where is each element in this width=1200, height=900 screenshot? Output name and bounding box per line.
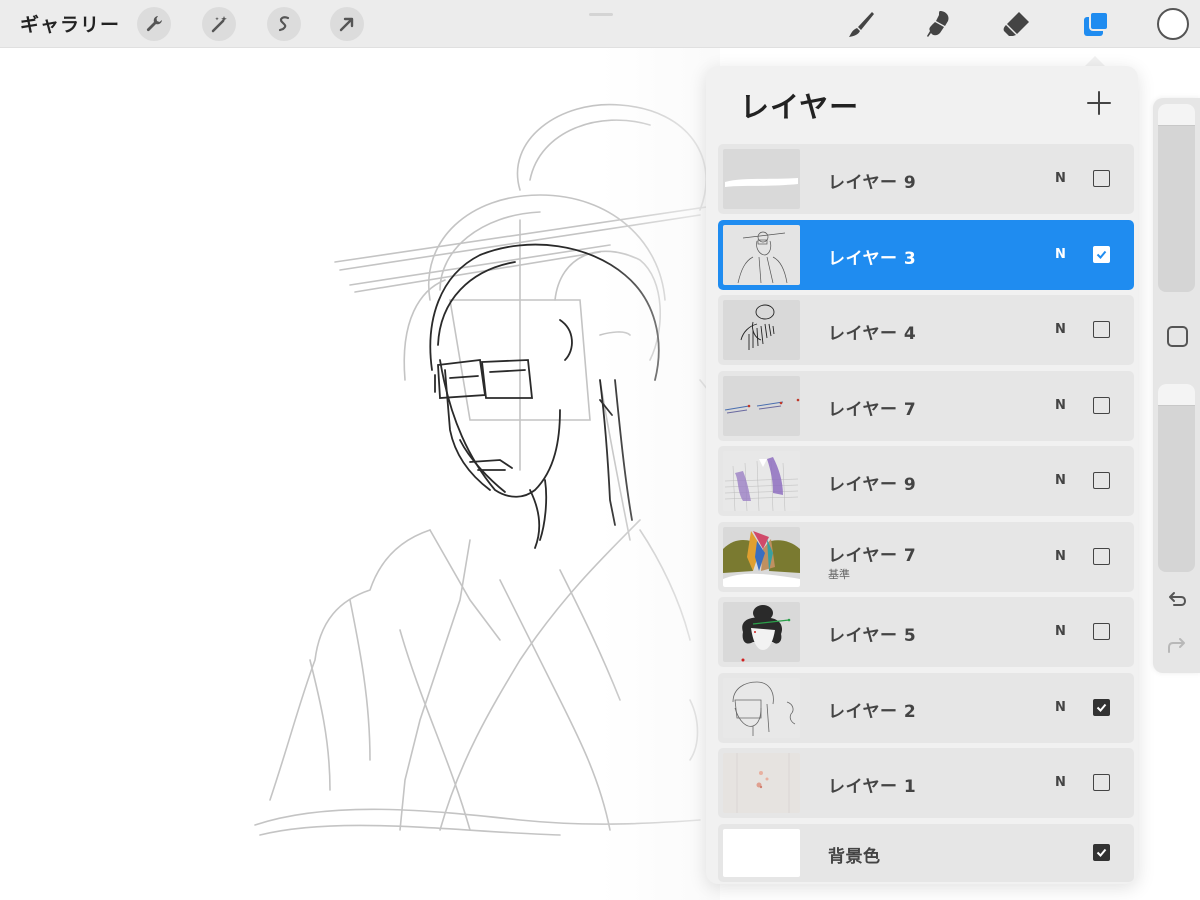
layer-thumbnail bbox=[723, 149, 800, 209]
layer-name: レイヤー 4 bbox=[828, 324, 917, 344]
brush-size-slider[interactable] bbox=[1158, 104, 1195, 292]
visibility-checkbox[interactable] bbox=[1093, 321, 1110, 338]
layers-tool[interactable] bbox=[1078, 6, 1114, 42]
layer-name: 背景色 bbox=[828, 846, 881, 867]
procreate-app: { "toolbar": { "gallery_label": "ギャラリー",… bbox=[0, 0, 1200, 900]
blend-mode-button[interactable]: N bbox=[1055, 322, 1066, 337]
layer-thumbnail bbox=[723, 602, 800, 662]
eraser-tool[interactable] bbox=[998, 6, 1034, 42]
layer-thumbnail bbox=[723, 300, 800, 360]
sidebar bbox=[1153, 98, 1200, 673]
wrench-icon bbox=[146, 16, 162, 32]
visibility-checkbox[interactable] bbox=[1093, 843, 1110, 861]
layer-name: レイヤー 2 bbox=[828, 701, 917, 722]
layer-name: レイヤー 7 bbox=[828, 545, 917, 566]
redo-icon bbox=[1168, 638, 1185, 653]
color-picker-button[interactable] bbox=[1157, 8, 1189, 40]
transform-button[interactable] bbox=[330, 7, 364, 41]
layers-panel: レイヤー レイヤー 9 N レイヤー 3 N レイヤー 4 N レイヤー 7 N… bbox=[706, 66, 1138, 884]
panel-title: レイヤー bbox=[740, 90, 860, 124]
layer-thumbnail bbox=[723, 526, 800, 587]
selection-button[interactable] bbox=[267, 7, 301, 41]
visibility-checkbox[interactable] bbox=[1093, 170, 1110, 187]
plus-icon[interactable] bbox=[1084, 88, 1114, 118]
checkmark-icon bbox=[1096, 848, 1107, 857]
adjustments-button[interactable] bbox=[202, 7, 236, 41]
checkmark-icon bbox=[1096, 703, 1107, 712]
background-color-swatch[interactable] bbox=[723, 828, 800, 877]
modifier-square-icon[interactable] bbox=[1167, 326, 1188, 347]
layer-name: レイヤー 7 bbox=[828, 399, 917, 420]
blend-mode-button[interactable]: N bbox=[1055, 171, 1066, 186]
actions-button[interactable] bbox=[137, 7, 171, 41]
blend-mode-button[interactable]: N bbox=[1055, 398, 1066, 413]
toolbar-drag-handle[interactable] bbox=[589, 13, 613, 16]
layer-row[interactable]: レイヤー 7 基準 N bbox=[718, 521, 1134, 592]
layer-name: レイヤー 3 bbox=[828, 248, 917, 269]
visibility-checkbox[interactable] bbox=[1093, 245, 1110, 263]
undo-button[interactable] bbox=[1165, 588, 1189, 612]
layer-name: レイヤー 9 bbox=[828, 475, 917, 495]
magic-wand-icon bbox=[211, 16, 227, 33]
selection-icon bbox=[278, 16, 290, 32]
smudge-icon bbox=[927, 11, 949, 37]
layer-clipping-label: 基準 bbox=[828, 567, 850, 581]
layers-icon bbox=[1084, 11, 1109, 36]
blend-mode-button[interactable]: N bbox=[1055, 473, 1066, 488]
brush-tool[interactable] bbox=[843, 6, 879, 42]
blend-mode-button[interactable]: N bbox=[1055, 775, 1066, 790]
transform-arrow-icon bbox=[339, 17, 354, 32]
layer-row[interactable]: レイヤー 1 N bbox=[718, 748, 1134, 818]
blend-mode-button[interactable]: N bbox=[1055, 700, 1066, 715]
visibility-checkbox[interactable] bbox=[1093, 698, 1110, 716]
layer-thumbnail bbox=[723, 753, 800, 813]
visibility-checkbox[interactable] bbox=[1093, 472, 1110, 489]
layer-name: レイヤー 5 bbox=[828, 626, 917, 646]
visibility-checkbox[interactable] bbox=[1093, 396, 1110, 414]
layer-row[interactable]: レイヤー 9 N bbox=[718, 144, 1134, 214]
visibility-checkbox[interactable] bbox=[1093, 547, 1110, 565]
checkmark-icon bbox=[1096, 250, 1107, 259]
layer-row[interactable]: レイヤー 4 N bbox=[718, 295, 1134, 365]
layer-thumbnail bbox=[723, 451, 800, 511]
blend-mode-button[interactable]: N bbox=[1055, 624, 1066, 639]
layer-name: レイヤー 1 bbox=[828, 777, 917, 797]
brush-size-knob[interactable] bbox=[1158, 104, 1195, 126]
gallery-button[interactable]: ギャラリー bbox=[20, 10, 120, 37]
eraser-icon bbox=[1003, 12, 1029, 36]
layer-thumbnail bbox=[723, 677, 800, 738]
layer-row[interactable]: レイヤー 7 N bbox=[718, 370, 1134, 441]
opacity-knob[interactable] bbox=[1158, 384, 1195, 406]
visibility-checkbox[interactable] bbox=[1093, 774, 1110, 791]
layer-row[interactable]: レイヤー 2 N bbox=[718, 672, 1134, 743]
panel-shadow-fade bbox=[600, 48, 720, 900]
layer-row[interactable]: レイヤー 9 N bbox=[718, 446, 1134, 516]
layer-list: レイヤー 9 N レイヤー 3 N レイヤー 4 N レイヤー 7 N レイヤー… bbox=[718, 144, 1134, 887]
brush-icon bbox=[849, 12, 874, 37]
layer-thumbnail bbox=[723, 375, 800, 436]
visibility-checkbox[interactable] bbox=[1093, 623, 1110, 640]
layer-row-selected[interactable]: レイヤー 3 N bbox=[718, 219, 1134, 290]
layer-row[interactable]: レイヤー 5 N bbox=[718, 597, 1134, 667]
undo-icon bbox=[1169, 592, 1187, 606]
top-toolbar: ギャラリー bbox=[0, 0, 1200, 48]
background-color-row[interactable]: 背景色 bbox=[718, 823, 1134, 882]
layer-thumbnail bbox=[723, 224, 800, 285]
smudge-tool[interactable] bbox=[920, 6, 956, 42]
blend-mode-button[interactable]: N bbox=[1055, 549, 1066, 564]
opacity-slider[interactable] bbox=[1158, 384, 1195, 572]
blend-mode-button[interactable]: N bbox=[1055, 247, 1066, 262]
layer-name: レイヤー 9 bbox=[828, 173, 917, 193]
redo-button[interactable] bbox=[1165, 634, 1189, 658]
